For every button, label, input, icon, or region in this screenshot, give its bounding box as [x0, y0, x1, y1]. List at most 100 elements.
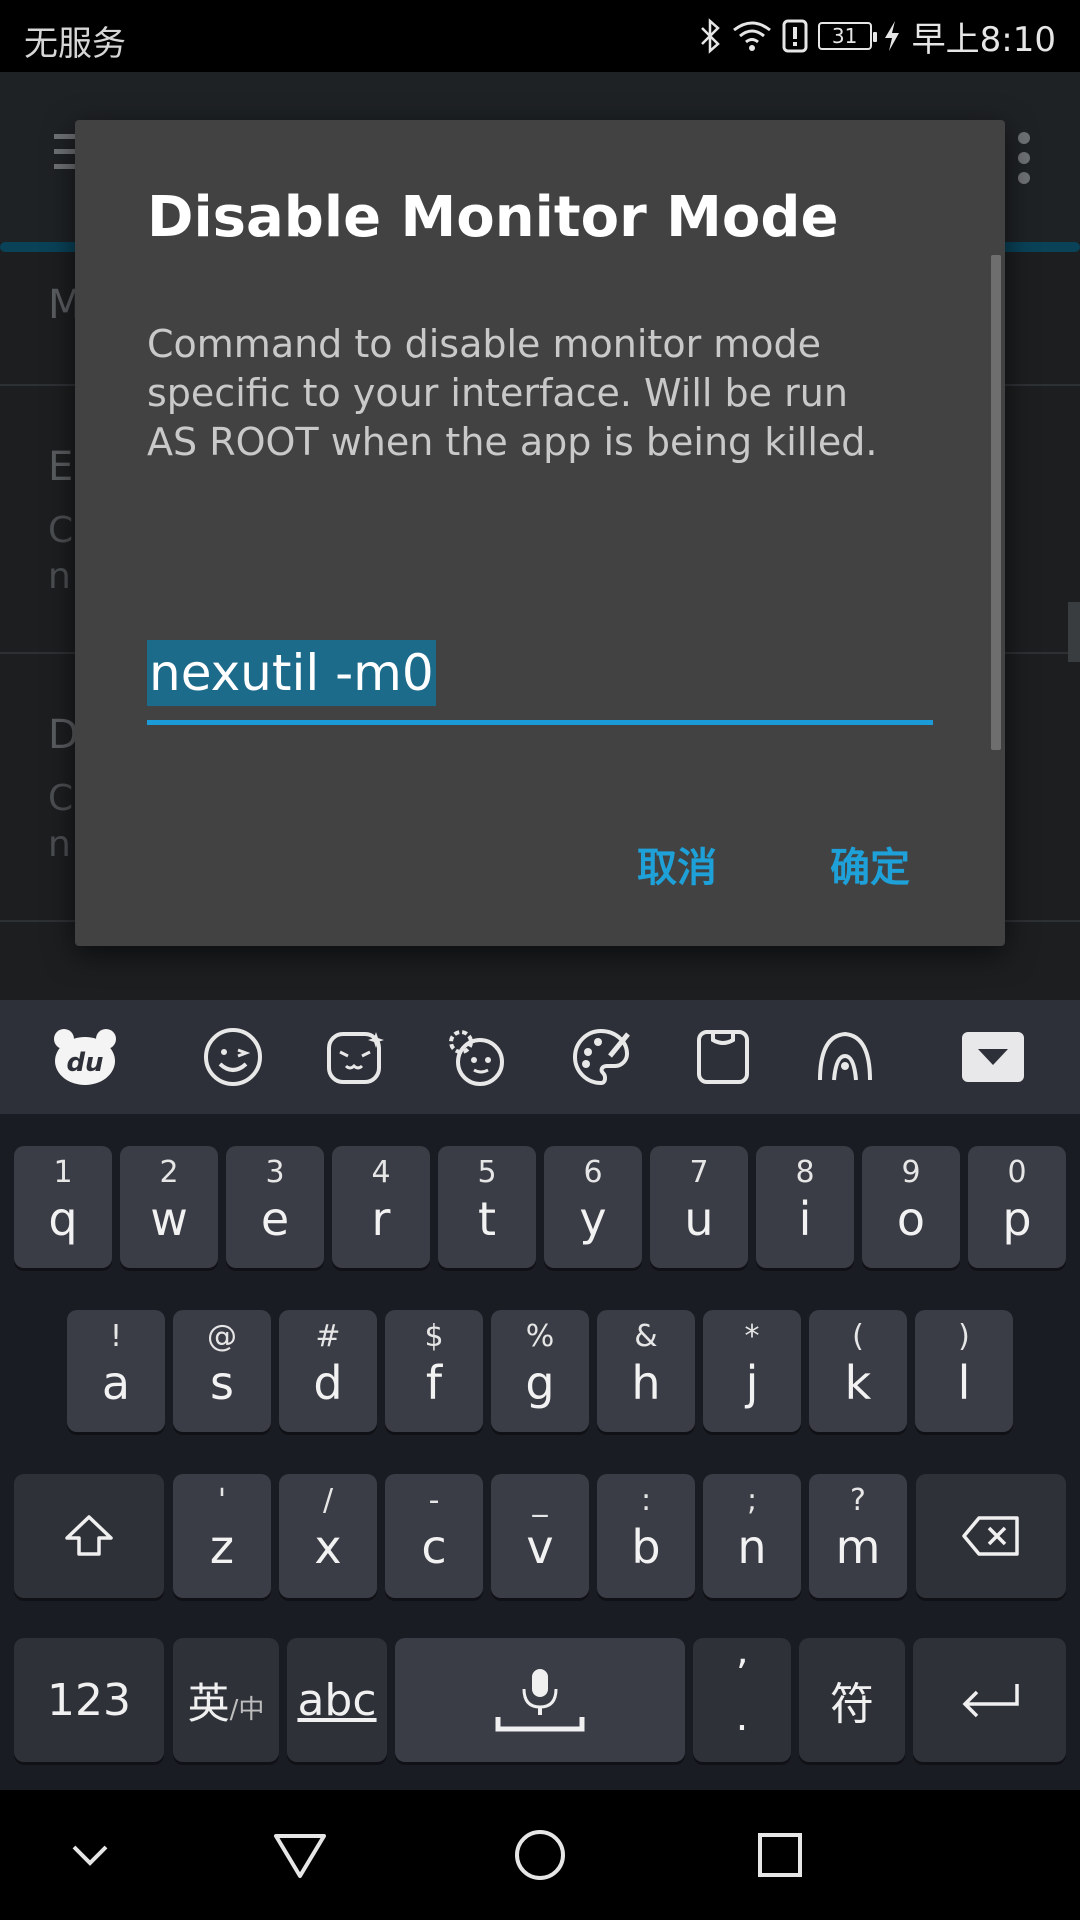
hide-keyboard-button[interactable]: [55, 1820, 125, 1890]
key-d[interactable]: # d: [279, 1310, 377, 1432]
key-x[interactable]: / x: [279, 1474, 377, 1598]
soft-keyboard: du 1q 2w 3e 4r 5t 6y 7u 8i 9o 0p !a @s: [0, 1000, 1080, 1790]
recents-button[interactable]: [745, 1820, 815, 1890]
charging-icon: [882, 19, 902, 53]
symbol-key[interactable]: 符: [799, 1638, 905, 1762]
svg-text:du: du: [66, 1048, 103, 1078]
input-underline: [147, 720, 933, 725]
key-label: f: [425, 1356, 443, 1410]
key-hint: 8: [795, 1155, 815, 1190]
skin-palette-icon[interactable]: [568, 1024, 634, 1090]
key-m[interactable]: ? m: [809, 1474, 907, 1598]
key-o[interactable]: 9o: [862, 1146, 960, 1268]
key-n[interactable]: ; n: [703, 1474, 801, 1598]
key-hint: (: [852, 1319, 864, 1354]
key-c[interactable]: -c: [385, 1474, 483, 1598]
backspace-key[interactable]: [916, 1474, 1066, 1598]
key-t[interactable]: 5t: [438, 1146, 536, 1268]
bluetooth-icon: [698, 18, 722, 54]
dialog-title: Disable Monitor Mode: [147, 185, 839, 250]
home-button[interactable]: [505, 1820, 575, 1890]
key-label: q: [48, 1192, 78, 1246]
key-q[interactable]: 1q: [14, 1146, 112, 1268]
ok-button[interactable]: 确定: [830, 835, 910, 893]
back-button[interactable]: [265, 1820, 335, 1890]
handwriting-icon[interactable]: [812, 1024, 878, 1090]
key-label: a: [101, 1356, 131, 1410]
collapse-keyboard-button[interactable]: [962, 1032, 1024, 1082]
key-hint: 7: [689, 1155, 709, 1190]
key-label: d: [313, 1356, 343, 1410]
key-z[interactable]: ' z: [173, 1474, 271, 1598]
sticker-icon[interactable]: [444, 1024, 510, 1090]
key-label: w: [150, 1192, 188, 1246]
symbol-label: 符: [830, 1679, 874, 1730]
key-g[interactable]: % g: [491, 1310, 589, 1432]
dialog-message: Command to disable monitor mode specific…: [147, 322, 878, 464]
microphone-icon: [495, 1669, 585, 1732]
clipboard-icon[interactable]: [690, 1024, 756, 1090]
key-label: y: [579, 1192, 607, 1246]
abc-layout-key[interactable]: abc: [287, 1638, 387, 1762]
key-v[interactable]: _ v: [491, 1474, 589, 1598]
enter-key[interactable]: [913, 1638, 1066, 1762]
key-hint: 1: [53, 1155, 73, 1190]
status-icons: 31 早上8:10: [698, 12, 1056, 60]
chevron-down-icon: [72, 1845, 108, 1866]
carrier-label: 无服务: [24, 24, 126, 64]
punctuation-key[interactable]: ’ .: [693, 1638, 791, 1762]
key-hint: *: [744, 1319, 760, 1354]
key-f[interactable]: $ f: [385, 1310, 483, 1432]
pref-fragment: C: [48, 510, 74, 551]
number-mode-label: 123: [47, 1674, 131, 1726]
punctuation-bottom-label: .: [735, 1694, 749, 1740]
key-label: g: [525, 1356, 555, 1410]
key-label: e: [260, 1192, 290, 1246]
dialog-scrollbar[interactable]: [991, 255, 1001, 750]
command-input-value[interactable]: nexutil -m0: [147, 640, 436, 706]
key-hint: _: [532, 1483, 548, 1518]
key-h[interactable]: & h: [597, 1310, 695, 1432]
key-r[interactable]: 4r: [332, 1146, 430, 1268]
key-hint: :: [640, 1483, 652, 1518]
key-s[interactable]: @ s: [173, 1310, 271, 1432]
key-e[interactable]: 3e: [226, 1146, 324, 1268]
shift-key[interactable]: [14, 1474, 164, 1598]
key-hint: 4: [371, 1155, 391, 1190]
key-i[interactable]: 8i: [756, 1146, 854, 1268]
number-mode-key[interactable]: 123: [14, 1638, 164, 1762]
cancel-button[interactable]: 取消: [637, 835, 717, 893]
key-w[interactable]: 2w: [120, 1146, 218, 1268]
key-b[interactable]: :b: [597, 1474, 695, 1598]
key-y[interactable]: 6y: [544, 1146, 642, 1268]
shift-arrow-icon: [65, 1515, 113, 1556]
key-label: i: [798, 1192, 812, 1246]
command-input[interactable]: nexutil -m0: [147, 640, 933, 730]
pref-fragment: C: [48, 778, 74, 819]
key-label: m: [835, 1520, 881, 1574]
du-logo-icon[interactable]: du: [52, 1024, 118, 1090]
key-hint: @: [207, 1319, 237, 1354]
kaomoji-icon[interactable]: [322, 1024, 388, 1090]
key-p[interactable]: 0p: [968, 1146, 1066, 1268]
key-label: n: [737, 1520, 767, 1574]
chevron-down-icon: [978, 1049, 1008, 1065]
pref-fragment: n: [48, 556, 71, 597]
back-triangle-icon: [274, 1834, 326, 1878]
key-label: r: [371, 1192, 391, 1246]
key-label: x: [314, 1520, 342, 1574]
language-switch-key[interactable]: 英/中: [173, 1638, 279, 1762]
key-j[interactable]: * j: [703, 1310, 801, 1432]
key-label: b: [631, 1520, 661, 1574]
key-k[interactable]: (k: [809, 1310, 907, 1432]
key-u[interactable]: 7u: [650, 1146, 748, 1268]
key-l[interactable]: ) l: [915, 1310, 1013, 1432]
pref-fragment: n: [48, 824, 71, 865]
space-key[interactable]: [395, 1638, 685, 1762]
key-label: l: [957, 1356, 971, 1410]
key-label: k: [844, 1356, 872, 1410]
emoji-icon[interactable]: [200, 1024, 266, 1090]
key-a[interactable]: ! a: [67, 1310, 165, 1432]
key-hint: 0: [1007, 1155, 1027, 1190]
disable-monitor-mode-dialog: Disable Monitor Mode Command to disable …: [75, 120, 1005, 946]
